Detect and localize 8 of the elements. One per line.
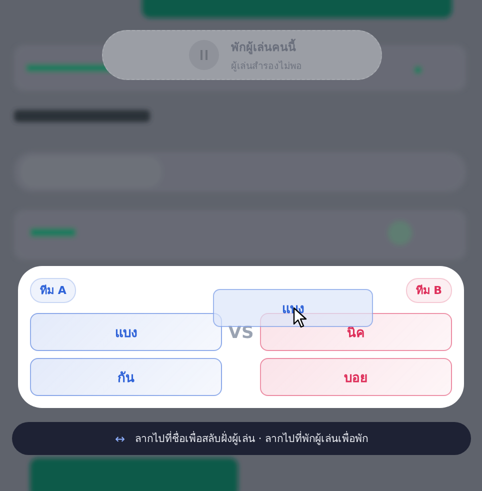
team-badge: ทีม A: [30, 278, 76, 303]
swap-icon: ↔: [114, 432, 126, 446]
player-slot[interactable]: บอย: [260, 358, 452, 396]
hint-text: ลากไปที่ชื่อเพื่อสลับฝั่งผู้เล่น · ลากไปที่พักผู้เล่นเพื่อพัก: [135, 430, 368, 447]
pause-icon: [189, 40, 219, 70]
player-slot[interactable]: แบง: [30, 313, 222, 351]
team-badge: ทีม B: [406, 278, 452, 303]
player-slot[interactable]: กัน: [30, 358, 222, 396]
